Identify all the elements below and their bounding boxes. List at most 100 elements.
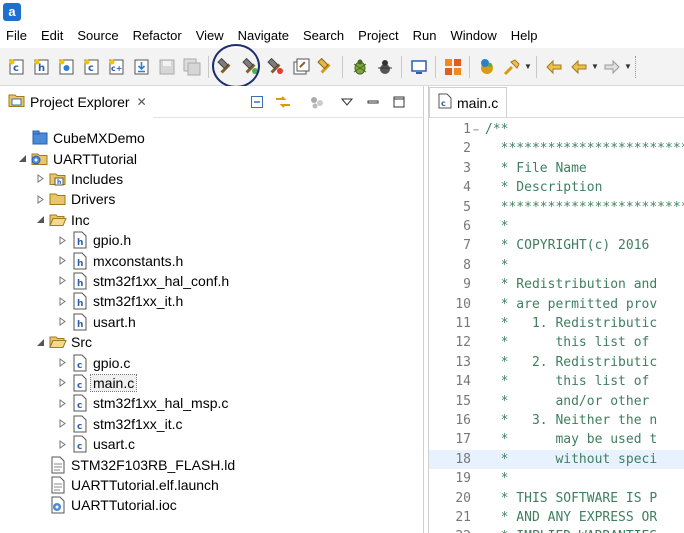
code-line[interactable]: 1−/** bbox=[429, 120, 684, 139]
external-tools-button[interactable] bbox=[476, 56, 498, 78]
collapsed-arrow-icon[interactable] bbox=[34, 193, 46, 205]
build-button[interactable] bbox=[215, 56, 237, 78]
build-release-button[interactable] bbox=[265, 56, 287, 78]
code-line[interactable]: 9 * Redistribution and bbox=[429, 275, 684, 294]
code-line[interactable]: 18 * without speci bbox=[429, 449, 684, 470]
menu-window[interactable]: Window bbox=[444, 24, 504, 48]
collapsed-arrow-icon[interactable] bbox=[56, 438, 68, 450]
tree-item[interactable]: c main.c bbox=[56, 373, 138, 393]
menu-search[interactable]: Search bbox=[296, 24, 351, 48]
back-dropdown-icon[interactable]: ▼ bbox=[591, 56, 599, 78]
code-line[interactable]: 10 * are permitted prov bbox=[429, 295, 684, 314]
tree-item[interactable]: h stm32f1xx_hal_conf.h bbox=[56, 271, 229, 291]
collapsed-arrow-icon[interactable] bbox=[34, 173, 46, 185]
project-explorer-tab[interactable]: Project Explorer ✕ bbox=[0, 85, 153, 118]
menu-project[interactable]: Project bbox=[351, 24, 405, 48]
minimize-icon[interactable] bbox=[363, 92, 383, 112]
tree-view-button[interactable] bbox=[442, 56, 464, 78]
menu-refactor[interactable]: Refactor bbox=[126, 24, 189, 48]
fold-toggle-icon[interactable]: − bbox=[473, 121, 485, 140]
open-console-button[interactable] bbox=[408, 56, 430, 78]
expanded-arrow-icon[interactable] bbox=[34, 214, 46, 226]
code-line[interactable]: 12 * this list of bbox=[429, 333, 684, 352]
code-line[interactable]: 16 * 3. Neither the n bbox=[429, 411, 684, 430]
save-all-button[interactable] bbox=[181, 56, 203, 78]
code-line[interactable]: 3 * File Name bbox=[429, 159, 684, 178]
back-button[interactable] bbox=[568, 56, 590, 78]
tree-item[interactable]: h Includes bbox=[34, 169, 123, 189]
code-line[interactable]: 11 * 1. Redistributic bbox=[429, 314, 684, 333]
menu-help[interactable]: Help bbox=[504, 24, 545, 48]
code-line[interactable]: 13 * 2. Redistributic bbox=[429, 353, 684, 372]
prev-annotation-button[interactable] bbox=[543, 56, 565, 78]
run-last-button[interactable] bbox=[501, 56, 523, 78]
save-button[interactable] bbox=[156, 56, 178, 78]
tree-item[interactable]: UARTTutorial.elf.launch bbox=[34, 475, 219, 495]
code-line[interactable]: 7 * COPYRIGHT(c) 2016 bbox=[429, 236, 684, 255]
import-button[interactable] bbox=[131, 56, 153, 78]
collapsed-arrow-icon[interactable] bbox=[56, 357, 68, 369]
filter-icon[interactable] bbox=[307, 92, 327, 112]
toolbar-grip[interactable] bbox=[635, 55, 638, 78]
tree-item[interactable]: h gpio.h bbox=[56, 230, 131, 250]
tree-item[interactable]: c stm32f1xx_it.c bbox=[56, 414, 182, 434]
tree-item[interactable]: c stm32f1xx_hal_msp.c bbox=[56, 393, 228, 413]
collapsed-arrow-icon[interactable] bbox=[56, 295, 68, 307]
expanded-arrow-icon[interactable] bbox=[16, 153, 28, 165]
tree-item[interactable]: UARTTutorial.ioc bbox=[34, 495, 177, 515]
tree-item[interactable]: UARTTutorial bbox=[16, 148, 137, 168]
build-debug-button[interactable] bbox=[240, 56, 262, 78]
collapsed-arrow-icon[interactable] bbox=[56, 397, 68, 409]
debug-config-button[interactable] bbox=[374, 56, 396, 78]
tree-item[interactable]: c gpio.c bbox=[56, 352, 130, 372]
collapsed-arrow-icon[interactable] bbox=[56, 418, 68, 430]
tree-item[interactable]: STM32F103RB_FLASH.ld bbox=[34, 454, 235, 474]
code-line[interactable]: 17 * may be used t bbox=[429, 430, 684, 449]
code-line[interactable]: 22 * IMPLIED WARRANTIES bbox=[429, 527, 684, 533]
clean-button[interactable] bbox=[315, 56, 337, 78]
tree-item[interactable]: h usart.h bbox=[56, 312, 136, 332]
collapse-all-icon[interactable] bbox=[247, 92, 267, 112]
new-c-file-button[interactable]: c bbox=[81, 56, 103, 78]
tree-item[interactable]: c usart.c bbox=[56, 434, 135, 454]
menu-navigate[interactable]: Navigate bbox=[231, 24, 296, 48]
code-editor[interactable]: 1−/**2 ******************************3 *… bbox=[429, 120, 684, 533]
code-line[interactable]: 20 * THIS SOFTWARE IS P bbox=[429, 489, 684, 508]
menu-source[interactable]: Source bbox=[70, 24, 125, 48]
code-line[interactable]: 15 * and/or other bbox=[429, 392, 684, 411]
new-header-file-button[interactable]: h bbox=[31, 56, 53, 78]
new-cpp-file-button[interactable]: c+ bbox=[106, 56, 128, 78]
tree-item[interactable]: Drivers bbox=[34, 189, 115, 209]
tree-item[interactable]: Inc bbox=[34, 210, 90, 230]
view-menu-icon[interactable] bbox=[337, 92, 357, 112]
code-line[interactable]: 4 * Description bbox=[429, 178, 684, 197]
maximize-icon[interactable] bbox=[389, 92, 409, 112]
tree-item[interactable]: Src bbox=[34, 332, 92, 352]
code-line[interactable]: 8 * bbox=[429, 256, 684, 275]
editor-tab-main-c[interactable]: c main.c bbox=[429, 87, 508, 117]
tree-item[interactable]: h stm32f1xx_it.h bbox=[56, 291, 183, 311]
forward-dropdown-icon[interactable]: ▼ bbox=[624, 56, 632, 78]
collapsed-arrow-icon[interactable] bbox=[56, 316, 68, 328]
expanded-arrow-icon[interactable] bbox=[34, 336, 46, 348]
build-all-button[interactable] bbox=[290, 56, 312, 78]
code-line[interactable]: 19 * bbox=[429, 469, 684, 488]
collapsed-arrow-icon[interactable] bbox=[56, 255, 68, 267]
menu-run[interactable]: Run bbox=[406, 24, 444, 48]
menu-edit[interactable]: Edit bbox=[34, 24, 70, 48]
code-line[interactable]: 14 * this list of bbox=[429, 372, 684, 391]
menu-view[interactable]: View bbox=[189, 24, 231, 48]
code-line[interactable]: 21 * AND ANY EXPRESS OR bbox=[429, 508, 684, 527]
menu-file[interactable]: File bbox=[0, 24, 34, 48]
new-class-button[interactable] bbox=[56, 56, 78, 78]
code-line[interactable]: 5 ****************************** bbox=[429, 198, 684, 217]
tree-item[interactable]: h mxconstants.h bbox=[56, 250, 183, 270]
code-line[interactable]: 6 * bbox=[429, 217, 684, 236]
collapsed-arrow-icon[interactable] bbox=[56, 234, 68, 246]
tree-item[interactable]: CubeMXDemo bbox=[16, 128, 145, 148]
forward-button[interactable] bbox=[601, 56, 623, 78]
collapsed-arrow-icon[interactable] bbox=[56, 377, 68, 389]
link-with-editor-icon[interactable] bbox=[273, 92, 293, 112]
close-icon[interactable]: ✕ bbox=[137, 95, 147, 109]
run-last-dropdown-icon[interactable]: ▼ bbox=[524, 56, 532, 78]
